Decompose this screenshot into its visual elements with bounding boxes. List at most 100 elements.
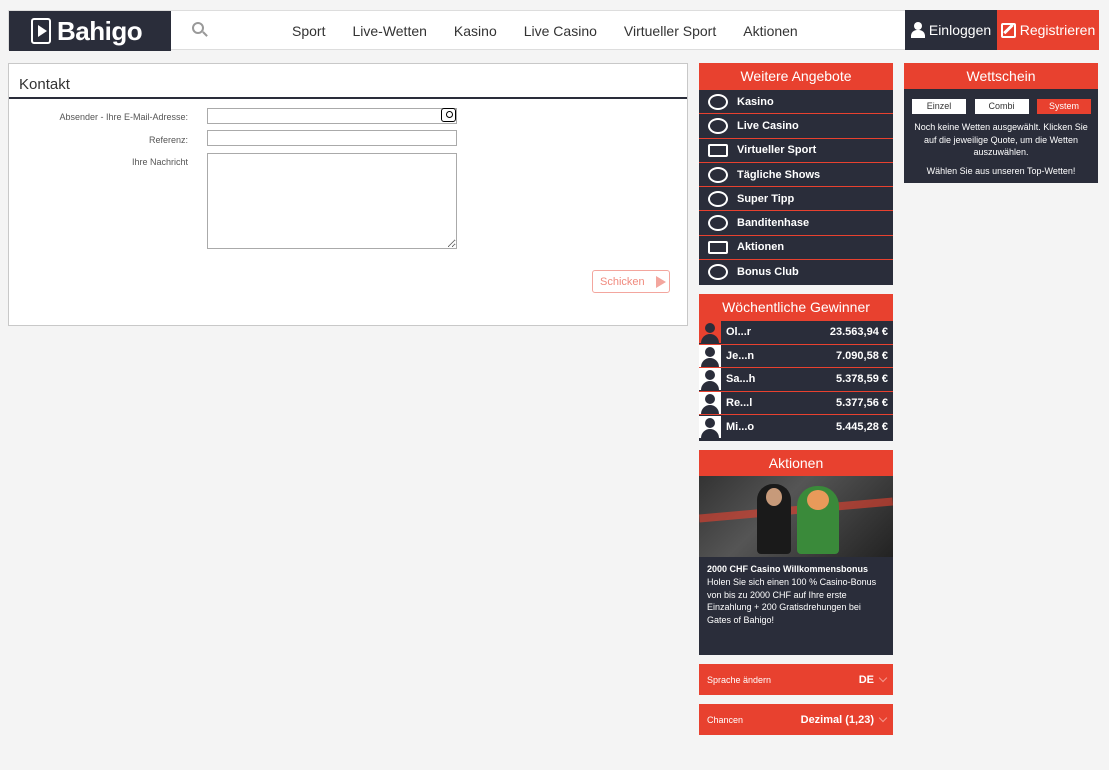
promotions-panel: Aktionen 2000 CHF Casino Willkommensbonu…	[699, 450, 893, 655]
nav-live-casino[interactable]: Live Casino	[524, 23, 597, 39]
offer-label: Virtueller Sport	[737, 144, 817, 157]
offers-title: Weitere Angebote	[699, 63, 893, 89]
offer-label: Live Casino	[737, 119, 799, 132]
promo-banner-image[interactable]	[699, 476, 893, 557]
cherries-icon	[708, 117, 728, 134]
betslip-tabs: Einzel Combi System	[904, 89, 1098, 114]
page-title: Kontakt	[19, 76, 70, 93]
tab-system[interactable]: System	[1037, 99, 1091, 114]
send-button[interactable]: Schicken	[592, 270, 670, 293]
chevron-down-icon	[878, 713, 888, 723]
contact-card-icon[interactable]	[441, 108, 456, 122]
banner-stripe	[699, 497, 893, 523]
promo-headline: 2000 CHF Casino Willkommensbonus	[707, 564, 868, 574]
language-value: DE	[858, 673, 874, 686]
avatar-icon	[699, 392, 721, 415]
logo-text: Bahigo	[57, 15, 143, 46]
offer-item-virtueller-sport[interactable]: Virtueller Sport	[699, 137, 893, 162]
nav-virtueller-sport[interactable]: Virtueller Sport	[624, 23, 716, 39]
email-label: Absender - Ihre E-Mail-Adresse:	[59, 112, 188, 122]
offer-label: Kasino	[737, 95, 774, 108]
site-header: Bahigo Sport Live-Wetten Kasino Live Cas…	[8, 10, 1099, 51]
register-button[interactable]: Registrieren	[997, 10, 1099, 50]
avatar-icon	[699, 321, 721, 344]
email-field[interactable]	[207, 108, 457, 124]
offer-item-live-casino[interactable]: Live Casino	[699, 113, 893, 137]
offer-item-super-tipp[interactable]: Super Tipp	[699, 186, 893, 210]
monitor-icon	[708, 143, 728, 157]
promotions-title: Aktionen	[699, 450, 893, 476]
winner-row: Sa...h 5.378,59 €	[699, 367, 893, 391]
offer-item-aktionen[interactable]: Aktionen	[699, 234, 893, 259]
offer-label: Banditenhase	[737, 217, 810, 230]
badge-icon	[708, 263, 728, 280]
edit-icon	[1000, 22, 1016, 38]
bahigo-logo[interactable]: Bahigo	[9, 11, 171, 51]
tab-einzel[interactable]: Einzel	[912, 99, 966, 114]
search-icon[interactable]	[191, 21, 209, 39]
betslip-title: Wettschein	[904, 63, 1098, 89]
reference-field[interactable]	[207, 130, 457, 146]
leprechaun-figure	[797, 486, 839, 554]
login-label: Einloggen	[928, 22, 992, 38]
offer-item-kasino[interactable]: Kasino	[699, 89, 893, 113]
offer-label: Bonus Club	[737, 265, 799, 278]
avatar-icon	[699, 415, 721, 438]
winner-amount: 5.377,56 €	[836, 397, 888, 410]
top-bets-link[interactable]: Wählen Sie aus unseren Top-Wetten!	[904, 159, 1098, 176]
send-label: Schicken	[600, 275, 645, 288]
woman-figure	[757, 484, 791, 554]
nav-aktionen[interactable]: Aktionen	[743, 23, 797, 39]
promo-text[interactable]: 2000 CHF Casino Willkommensbonus Holen S…	[699, 557, 893, 633]
reference-label: Referenz:	[148, 135, 188, 145]
betslip-panel: Wettschein Einzel Combi System Noch kein…	[904, 63, 1098, 183]
offer-label: Aktionen	[737, 241, 785, 254]
winner-row: Je...n 7.090,58 €	[699, 343, 893, 368]
winner-row: Mi...o 5.445,28 €	[699, 414, 893, 438]
login-button[interactable]: Einloggen	[905, 10, 997, 50]
register-label: Registrieren	[1019, 22, 1096, 38]
winner-name: Sa...h	[726, 373, 756, 386]
show-icon	[708, 166, 728, 183]
chevron-down-icon	[878, 673, 888, 683]
winner-row: Re...l 5.377,56 €	[699, 390, 893, 415]
winner-name: Je...n	[726, 349, 755, 362]
nav-sport[interactable]: Sport	[292, 23, 325, 39]
winner-row: Ol...r 23.563,94 €	[699, 320, 893, 344]
play-arrow-icon	[654, 275, 667, 289]
offers-panel: Weitere Angebote Kasino Live Casino Virt…	[699, 63, 893, 285]
message-label: Ihre Nachricht	[131, 157, 188, 167]
winner-name: Ol...r	[726, 326, 752, 339]
odds-value: Dezimal (1,23)	[800, 713, 874, 726]
contact-panel: Kontakt Absender - Ihre E-Mail-Adresse: …	[8, 63, 688, 326]
main-nav: Sport Live-Wetten Kasino Live Casino Vir…	[292, 11, 825, 51]
avatar-icon	[699, 368, 721, 391]
roulette-icon	[708, 93, 728, 110]
play-icon	[31, 18, 51, 44]
rabbit-icon	[708, 215, 728, 232]
winner-amount: 5.445,28 €	[836, 420, 888, 433]
winner-amount: 7.090,58 €	[836, 349, 888, 362]
odds-selector[interactable]: Chancen Dezimal (1,23)	[699, 704, 893, 735]
winner-name: Re...l	[726, 397, 753, 410]
message-textarea[interactable]	[207, 153, 457, 249]
winner-name: Mi...o	[726, 420, 755, 433]
offer-item-banditenhase[interactable]: Banditenhase	[699, 210, 893, 234]
offer-label: Tägliche Shows	[737, 168, 821, 181]
odds-label: Chancen	[707, 714, 744, 725]
winners-title: Wöchentliche Gewinner	[699, 294, 893, 320]
offer-label: Super Tipp	[737, 192, 795, 205]
tab-combi[interactable]: Combi	[974, 99, 1029, 114]
betslip-empty-message: Noch keine Wetten ausgewählt. Klicken Si…	[914, 122, 1088, 157]
shield-icon	[708, 190, 728, 207]
offer-item-bonus-club[interactable]: Bonus Club	[699, 259, 893, 283]
winner-amount: 5.378,59 €	[836, 373, 888, 386]
nav-kasino[interactable]: Kasino	[454, 23, 497, 39]
offer-item-taegliche-shows[interactable]: Tägliche Shows	[699, 161, 893, 186]
ticket-icon	[708, 240, 728, 254]
winners-panel: Wöchentliche Gewinner Ol...r 23.563,94 € …	[699, 294, 893, 441]
language-label: Sprache ändern	[707, 674, 772, 685]
nav-live-wetten[interactable]: Live-Wetten	[352, 23, 426, 39]
language-selector[interactable]: Sprache ändern DE	[699, 664, 893, 695]
avatar-icon	[699, 344, 721, 367]
